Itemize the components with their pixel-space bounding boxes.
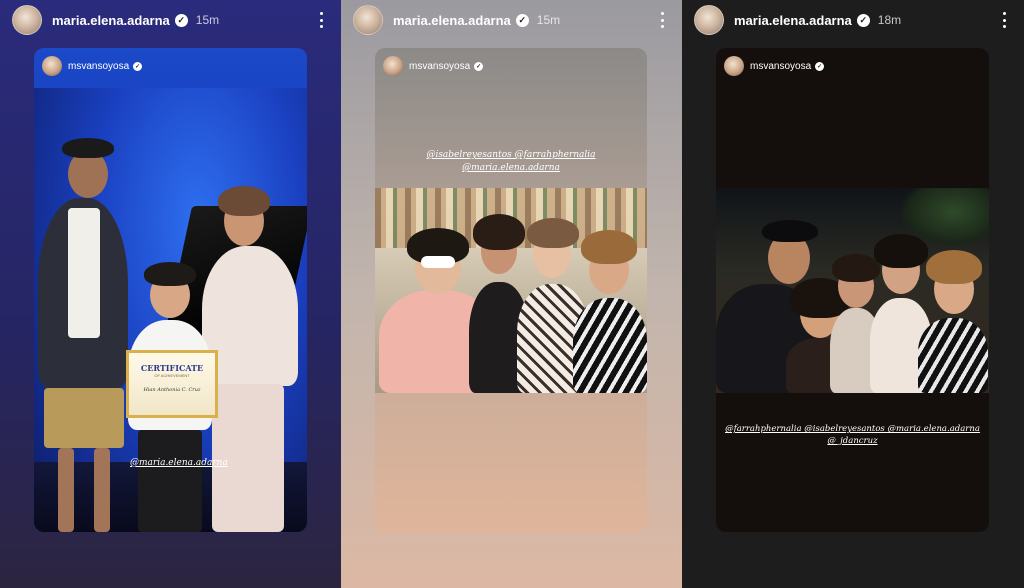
mention-tag[interactable]: @_jdancruz — [716, 436, 989, 446]
mention-tag[interactable]: @maria.elena.adarna — [130, 458, 228, 468]
story-header: maria.elena.adarna ✓ 15m — [0, 0, 341, 40]
shared-username[interactable]: msvansoyosa — [750, 61, 811, 72]
story-username[interactable]: maria.elena.adarna — [393, 13, 511, 28]
certificate-name: Hian Anthonia C. Cruz — [143, 387, 201, 393]
mention-tag[interactable]: @farrahphernalia @isabelreyesantos @mari… — [716, 424, 989, 434]
verified-badge-icon: ✓ — [815, 61, 825, 71]
story-username[interactable]: maria.elena.adarna — [734, 13, 852, 28]
story-panel-3[interactable]: maria.elena.adarna ✓ 18m msvansoyosa ✓ @… — [682, 0, 1024, 588]
story-panel-2[interactable]: maria.elena.adarna ✓ 15m msvansoyosa ✓ @… — [341, 0, 682, 588]
story-photo — [375, 188, 647, 393]
shared-story-header: msvansoyosa ✓ — [724, 56, 825, 76]
shared-username[interactable]: msvansoyosa — [68, 61, 129, 72]
story-timestamp: 15m — [195, 13, 220, 27]
shared-avatar[interactable] — [383, 56, 403, 76]
shared-avatar[interactable] — [42, 56, 62, 76]
avatar[interactable] — [12, 5, 42, 35]
shared-username[interactable]: msvansoyosa — [409, 61, 470, 72]
story-photo — [716, 188, 989, 393]
avatar[interactable] — [694, 5, 724, 35]
shared-avatar[interactable] — [724, 56, 744, 76]
story-username[interactable]: maria.elena.adarna — [52, 13, 170, 28]
certificate-title: CERTIFICATE — [140, 363, 204, 373]
person-figure — [916, 248, 989, 393]
story-panel-1[interactable]: maria.elena.adarna ✓ 15m CERTIFICATE OF … — [0, 0, 341, 588]
verified-badge-icon: ✓ — [474, 61, 484, 71]
shared-story-card[interactable]: msvansoyosa ✓ @farrahphernalia @isabelre… — [716, 48, 989, 532]
certificate: CERTIFICATE OF ACHIEVEMENT Hian Anthonia… — [126, 350, 218, 418]
verified-badge-icon: ✓ — [856, 13, 870, 27]
more-options-icon[interactable] — [998, 12, 1010, 28]
story-header: maria.elena.adarna ✓ 15m — [341, 0, 682, 40]
mention-tag[interactable]: @isabelreyesantos @farrahphernalia — [375, 150, 647, 160]
story-timestamp: 18m — [877, 13, 902, 27]
shared-story-card[interactable]: CERTIFICATE OF ACHIEVEMENT Hian Anthonia… — [34, 48, 307, 532]
mention-tag[interactable]: @maria.elena.adarna — [375, 163, 647, 173]
verified-badge-icon: ✓ — [133, 61, 143, 71]
shared-story-header: msvansoyosa ✓ — [383, 56, 484, 76]
story-header: maria.elena.adarna ✓ 18m — [682, 0, 1024, 40]
avatar[interactable] — [353, 5, 383, 35]
person-figure — [571, 228, 647, 393]
verified-badge-icon: ✓ — [515, 13, 529, 27]
shared-story-header: msvansoyosa ✓ — [42, 56, 143, 76]
verified-badge-icon: ✓ — [174, 13, 188, 27]
more-options-icon[interactable] — [656, 12, 668, 28]
more-options-icon[interactable] — [315, 12, 327, 28]
certificate-subtitle: OF ACHIEVEMENT — [154, 373, 190, 378]
shared-story-card[interactable]: msvansoyosa ✓ @isabelreyesantos @farrahp… — [375, 48, 647, 532]
story-timestamp: 15m — [536, 13, 561, 27]
